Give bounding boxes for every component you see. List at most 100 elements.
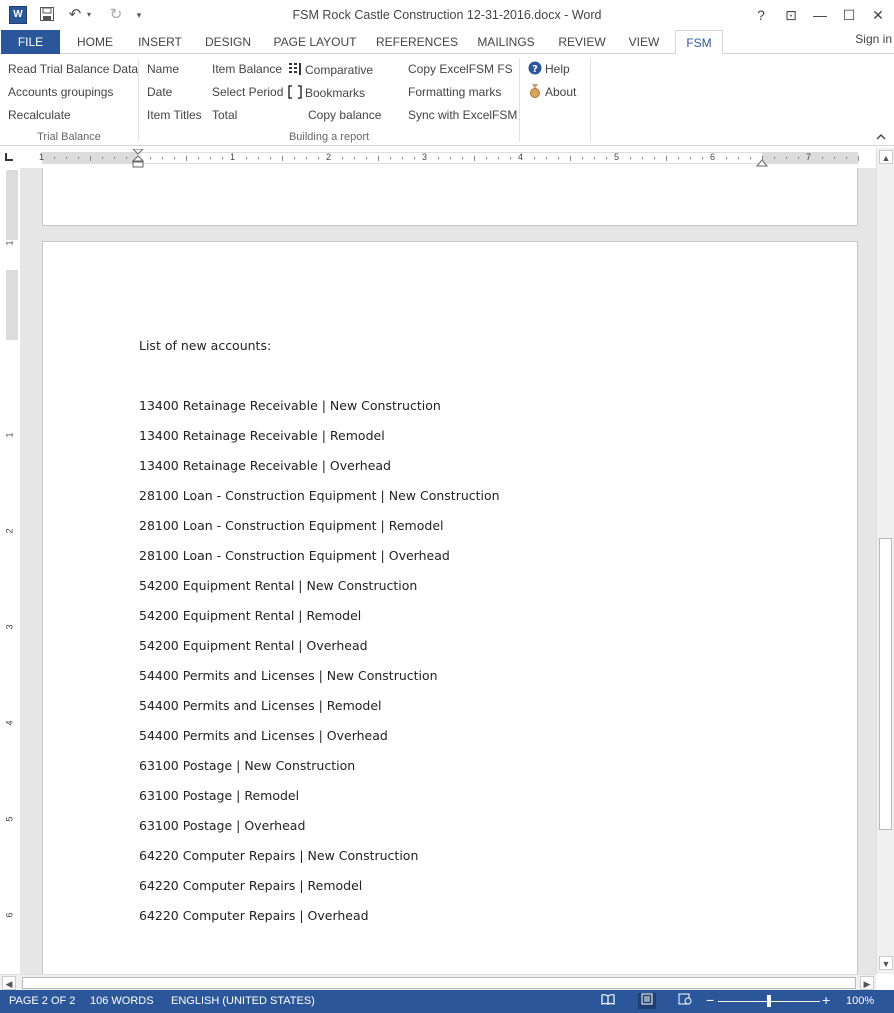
zoom-out-button[interactable]: − bbox=[706, 992, 714, 1008]
ruler-number: 4 bbox=[4, 720, 15, 726]
account-line[interactable]: 13400 Retainage Receivable | Overhead bbox=[139, 458, 391, 473]
account-line[interactable]: 28100 Loan - Construction Equipment | Re… bbox=[139, 518, 443, 533]
ruler-tick bbox=[774, 157, 775, 159]
bookmarks-button[interactable]: Bookmarks bbox=[288, 85, 365, 100]
web-layout-icon[interactable] bbox=[676, 993, 694, 1009]
vertical-scroll-thumb[interactable] bbox=[879, 538, 892, 830]
name-button[interactable]: Name bbox=[147, 62, 179, 76]
zoom-slider-thumb[interactable] bbox=[767, 995, 771, 1007]
ruler-tick bbox=[186, 156, 187, 161]
page-count[interactable]: PAGE 2 OF 2 bbox=[9, 995, 75, 1007]
read-trial-balance-button[interactable]: Read Trial Balance Data bbox=[8, 62, 138, 76]
item-balance-button[interactable]: Item Balance bbox=[212, 62, 282, 76]
group-separator bbox=[138, 58, 139, 142]
scroll-down-icon[interactable]: ▼ bbox=[879, 956, 893, 970]
tab-fsm[interactable]: FSM bbox=[675, 30, 723, 55]
about-button[interactable]: About bbox=[528, 84, 576, 99]
comparative-button[interactable]: Comparative bbox=[288, 62, 373, 77]
account-line[interactable]: 63100 Postage | Remodel bbox=[139, 788, 299, 803]
ruler-tick bbox=[366, 157, 367, 159]
ruler-tick bbox=[558, 157, 559, 159]
close-button[interactable]: ✕ bbox=[865, 4, 891, 26]
tab-review[interactable]: REVIEW bbox=[550, 30, 614, 54]
account-line[interactable]: 63100 Postage | New Construction bbox=[139, 758, 355, 773]
copy-balance-button[interactable]: Copy balance bbox=[308, 108, 381, 122]
account-line[interactable]: 64220 Computer Repairs | Remodel bbox=[139, 878, 362, 893]
tab-references[interactable]: REFERENCES bbox=[372, 30, 462, 54]
ruler-tick bbox=[630, 157, 631, 159]
page-2[interactable]: List of new accounts: 13400 Retainage Re… bbox=[42, 241, 858, 974]
tab-insert[interactable]: INSERT bbox=[131, 30, 189, 54]
date-button[interactable]: Date bbox=[147, 85, 172, 99]
zoom-level[interactable]: 100% bbox=[846, 995, 874, 1007]
minimize-button[interactable]: — bbox=[807, 4, 833, 26]
ruler-number: 1 bbox=[39, 152, 45, 162]
ruler-top-margin bbox=[6, 170, 18, 240]
ruler-tick bbox=[78, 157, 79, 159]
ruler-tick bbox=[486, 157, 487, 159]
sign-in-link[interactable]: Sign in bbox=[855, 32, 892, 46]
account-line[interactable]: 63100 Postage | Overhead bbox=[139, 818, 305, 833]
accounts-groupings-button[interactable]: Accounts groupings bbox=[8, 85, 113, 99]
maximize-button[interactable]: ☐ bbox=[836, 4, 862, 26]
ruler-tick bbox=[282, 156, 283, 161]
tab-mailings[interactable]: MAILINGS bbox=[470, 30, 542, 54]
copy-excelfsm-fs-button[interactable]: Copy ExcelFSM FS bbox=[408, 62, 513, 76]
read-mode-icon[interactable] bbox=[599, 993, 617, 1009]
total-button[interactable]: Total bbox=[212, 108, 237, 122]
group-label-building-report: Building a report bbox=[288, 131, 370, 143]
item-titles-button[interactable]: Item Titles bbox=[147, 108, 202, 122]
word-count[interactable]: 106 WORDS bbox=[90, 995, 154, 1007]
scroll-left-icon[interactable]: ◀ bbox=[2, 976, 16, 990]
account-line[interactable]: 54400 Permits and Licenses | Remodel bbox=[139, 698, 382, 713]
account-line[interactable]: 54200 Equipment Rental | New Constructio… bbox=[139, 578, 417, 593]
ribbon-display-options-button[interactable]: ⊡ bbox=[778, 4, 804, 26]
zoom-in-button[interactable]: + bbox=[822, 992, 830, 1008]
ruler-tick bbox=[678, 157, 679, 159]
collapse-ribbon-icon[interactable] bbox=[876, 130, 886, 144]
print-layout-icon[interactable] bbox=[638, 993, 656, 1009]
language-indicator[interactable]: ENGLISH (UNITED STATES) bbox=[171, 995, 315, 1007]
account-line[interactable]: 13400 Retainage Receivable | New Constru… bbox=[139, 398, 441, 413]
tab-page-layout[interactable]: PAGE LAYOUT bbox=[267, 30, 363, 54]
account-line[interactable]: 64220 Computer Repairs | New Constructio… bbox=[139, 848, 418, 863]
tab-home[interactable]: HOME bbox=[68, 30, 122, 54]
tab-view[interactable]: VIEW bbox=[622, 30, 666, 54]
help-ribbon-button[interactable]: ? Help bbox=[528, 61, 570, 76]
group-separator bbox=[519, 58, 520, 142]
help-button[interactable]: ? bbox=[748, 4, 774, 26]
document-heading[interactable]: List of new accounts: bbox=[139, 338, 271, 353]
vertical-scrollbar[interactable]: ▲ ▼ bbox=[876, 148, 894, 974]
account-line[interactable]: 28100 Loan - Construction Equipment | Ne… bbox=[139, 488, 500, 503]
ruler-tick bbox=[510, 157, 511, 159]
formatting-marks-button[interactable]: Formatting marks bbox=[408, 85, 501, 99]
ruler-tick bbox=[114, 157, 115, 159]
scroll-up-icon[interactable]: ▲ bbox=[879, 150, 893, 164]
ruler-tick bbox=[498, 157, 499, 159]
account-line[interactable]: 54200 Equipment Rental | Remodel bbox=[139, 608, 361, 623]
horizontal-scroll-thumb[interactable] bbox=[22, 977, 856, 989]
title-bar: W ↶ ▾ ↻ ▾ FSM Rock Castle Construction 1… bbox=[0, 0, 894, 30]
group-separator bbox=[590, 58, 591, 142]
svg-text:?: ? bbox=[532, 64, 538, 75]
ruler-number: 3 bbox=[4, 624, 15, 630]
about-medal-icon bbox=[528, 84, 542, 98]
horizontal-ruler[interactable]: 1 1 2 3 4 5 6 7 bbox=[39, 148, 859, 168]
account-line[interactable]: 28100 Loan - Construction Equipment | Ov… bbox=[139, 548, 450, 563]
scroll-right-icon[interactable]: ▶ bbox=[860, 976, 874, 990]
sync-with-excelfsm-button[interactable]: Sync with ExcelFSM bbox=[408, 108, 517, 122]
account-line[interactable]: 64220 Computer Repairs | Overhead bbox=[139, 908, 369, 923]
tab-design[interactable]: DESIGN bbox=[198, 30, 258, 54]
select-period-button[interactable]: Select Period bbox=[212, 85, 283, 99]
vertical-ruler[interactable]: 1 1 2 3 4 5 6 bbox=[4, 170, 18, 970]
recalculate-button[interactable]: Recalculate bbox=[8, 108, 71, 122]
comparative-label: Comparative bbox=[305, 63, 374, 77]
horizontal-scrollbar[interactable]: ◀ ▶ bbox=[0, 974, 876, 990]
account-line[interactable]: 54400 Permits and Licenses | New Constru… bbox=[139, 668, 438, 683]
account-line[interactable]: 13400 Retainage Receivable | Remodel bbox=[139, 428, 385, 443]
tab-file[interactable]: FILE bbox=[1, 30, 60, 54]
tab-selector-icon[interactable] bbox=[4, 152, 18, 164]
account-line[interactable]: 54400 Permits and Licenses | Overhead bbox=[139, 728, 388, 743]
document-canvas[interactable]: List of new accounts: 13400 Retainage Re… bbox=[20, 168, 876, 974]
account-line[interactable]: 54200 Equipment Rental | Overhead bbox=[139, 638, 368, 653]
